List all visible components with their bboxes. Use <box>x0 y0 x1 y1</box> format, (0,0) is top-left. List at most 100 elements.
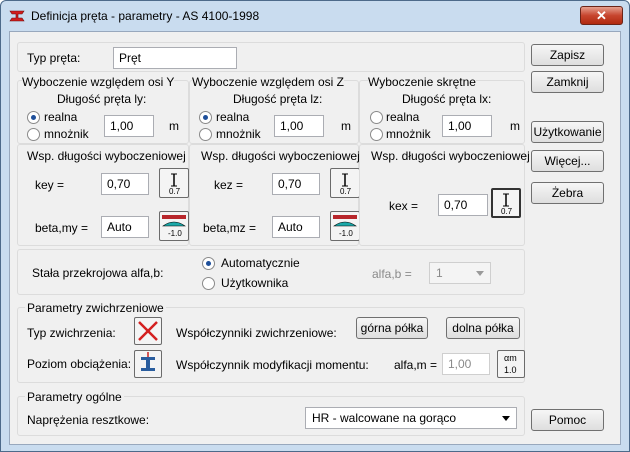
close-window-button[interactable]: ✕ <box>580 6 623 25</box>
alfa-b-auto-label: Automatycznie <box>221 256 300 270</box>
key-input[interactable]: 0,70 <box>101 173 149 195</box>
length-x-mult-radio[interactable] <box>370 128 383 141</box>
ribs-button[interactable]: Żebra <box>531 182 604 204</box>
alfa-m-input[interactable]: 1,00 <box>442 353 490 375</box>
coef-t-panel: Wsp. długości wyboczeniowej kex = 0,70 0… <box>359 144 530 246</box>
beta-mz-icon-text: -1.0 <box>339 229 353 238</box>
length-y-unit: m <box>169 119 179 133</box>
residual-stress-label: Naprężenia resztkowe: <box>27 413 150 427</box>
coef-z-panel: Wsp. długości wyboczeniowej kez = 0,70 0… <box>189 144 360 246</box>
top-flange-button[interactable]: górna półka <box>356 317 428 339</box>
window-title: Definicja pręta - parametry - AS 4100-19… <box>31 9 260 23</box>
length-x-mult-label: mnożnik <box>386 127 431 141</box>
ltb-panel: Parametry zwichrzeniowe Typ zwichrzenia:… <box>17 301 525 383</box>
close-button[interactable]: Zamknij <box>531 71 604 93</box>
length-y-label: Długość pręta ly: <box>57 92 147 106</box>
length-x-unit: m <box>510 119 520 133</box>
alfa-b-auto-radio[interactable] <box>202 257 215 270</box>
beta-my-input[interactable]: Auto <box>101 216 149 238</box>
alfa-b-label: alfa,b = <box>372 267 412 281</box>
load-level-label: Poziom obciążenia: <box>27 357 132 371</box>
kez-input[interactable]: 0,70 <box>272 173 320 195</box>
length-x-real-label: realna <box>386 110 420 124</box>
dialog-client-area: Typ pręta: Pręt Wyboczenie względem osi … <box>9 31 621 445</box>
kez-label: kez = <box>214 178 244 192</box>
length-z-input[interactable]: 1,00 <box>274 115 324 137</box>
ltb-heading: Parametry zwichrzeniowe <box>25 301 166 315</box>
length-y-mult-label: mnożnik <box>44 127 89 141</box>
usage-button[interactable]: Użytkowanie <box>531 121 604 143</box>
buckling-length-x-icon[interactable]: 0.7 <box>491 188 521 218</box>
title-bar: Definicja pręta - parametry - AS 4100-19… <box>1 1 629 31</box>
length-y-real-radio[interactable] <box>27 111 40 124</box>
app-icon <box>9 10 25 22</box>
chevron-down-icon <box>502 416 510 421</box>
save-button[interactable]: Zapisz <box>531 44 604 66</box>
moment-diagram-z-icon[interactable]: -1.0 <box>330 211 360 241</box>
load-level-icon <box>141 352 155 371</box>
length-y-mult-radio[interactable] <box>27 128 40 141</box>
buckling-t-heading: Wyboczenie skrętne <box>368 75 476 89</box>
alfa-b-user-label: Użytkownika <box>221 276 289 290</box>
moment-mod-label: Współczynnik modyfikacji momentu: <box>176 358 369 372</box>
buckling-y-heading: Wyboczenie względem osi Y <box>22 75 175 89</box>
buckling-length-z-icon[interactable]: 0.7 <box>330 168 360 198</box>
kex-label: kex = <box>389 199 419 213</box>
load-level-button[interactable] <box>134 350 162 378</box>
kex-icon-text: 0.7 <box>501 207 513 216</box>
cross-icon <box>138 321 158 341</box>
general-heading: Parametry ogólne <box>25 390 124 404</box>
alfa-m-label: alfa,m = <box>394 358 438 372</box>
ltb-type-label: Typ zwichrzenia: <box>27 326 116 340</box>
help-button[interactable]: Pomoc <box>531 409 604 431</box>
buckling-t-panel: Wyboczenie skrętne Długość pręta lx: rea… <box>359 75 525 144</box>
buckling-z-panel: Wyboczenie względem osi Z Długość pręta … <box>189 75 359 144</box>
buckling-y-panel: Wyboczenie względem osi Y Długość pręta … <box>17 75 189 144</box>
alfa-b-value: 1 <box>436 266 443 280</box>
alfa-b-select[interactable]: 1 <box>429 262 491 284</box>
more-button[interactable]: Więcej... <box>531 150 604 172</box>
section-constant-label: Stała przekrojowa alfa,b: <box>32 266 164 280</box>
key-label: key = <box>35 178 65 192</box>
residual-stress-select[interactable]: HR - walcowane na gorąco <box>305 407 517 429</box>
length-z-label: Długość pręta lz: <box>233 92 323 106</box>
bar-type-label: Typ pręta: <box>27 51 81 65</box>
kex-input[interactable]: 0,70 <box>438 194 488 216</box>
beta-mz-label: beta,mz = <box>203 221 257 235</box>
bottom-flange-button[interactable]: dolna półka <box>446 317 520 339</box>
beta-my-label: beta,my = <box>35 221 89 235</box>
alfa-m-icon-line1: αm <box>504 353 517 363</box>
length-z-mult-label: mnożnik <box>216 127 261 141</box>
chevron-down-icon <box>476 271 484 276</box>
key-icon-text: 0.7 <box>169 187 181 196</box>
length-y-real-label: realna <box>44 110 78 124</box>
residual-stress-value: HR - walcowane na gorąco <box>312 411 457 425</box>
coef-t-heading: Wsp. długości wyboczeniowej <box>371 149 530 163</box>
dialog-window: Definicja pręta - parametry - AS 4100-19… <box>0 0 630 452</box>
beta-my-icon-text: -1.0 <box>168 229 182 238</box>
length-x-input[interactable]: 1,00 <box>442 115 492 137</box>
length-z-real-radio[interactable] <box>199 111 212 124</box>
length-z-mult-radio[interactable] <box>199 128 212 141</box>
section-constant-panel: Stała przekrojowa alfa,b: Automatycznie … <box>17 249 525 295</box>
ltb-type-button[interactable] <box>134 317 162 345</box>
alfa-m-icon-line2: 1.0 <box>504 365 517 375</box>
buckling-z-heading: Wyboczenie względem osi Z <box>192 75 344 89</box>
length-y-input[interactable]: 1,00 <box>104 115 154 137</box>
alfa-b-user-radio[interactable] <box>202 277 215 290</box>
kez-icon-text: 0.7 <box>340 187 352 196</box>
bar-type-input[interactable]: Pręt <box>113 47 237 69</box>
alfa-m-icon-button[interactable]: αm 1.0 <box>497 350 525 378</box>
bar-type-panel: Typ pręta: Pręt <box>17 42 525 72</box>
beta-mz-input[interactable]: Auto <box>272 216 320 238</box>
length-z-unit: m <box>341 119 351 133</box>
buckling-length-y-icon[interactable]: 0.7 <box>159 168 189 198</box>
length-x-label: Długość pręta lx: <box>402 92 492 106</box>
coef-y-panel: Wsp. długości wyboczeniowej key = 0,70 0… <box>17 144 189 246</box>
close-icon: ✕ <box>596 8 607 23</box>
ltb-coef-label: Współczynniki zwichrzeniowe: <box>176 326 337 340</box>
length-z-real-label: realna <box>216 110 250 124</box>
general-panel: Parametry ogólne Naprężenia resztkowe: H… <box>17 390 525 436</box>
length-x-real-radio[interactable] <box>370 111 383 124</box>
moment-diagram-y-icon[interactable]: -1.0 <box>159 211 189 241</box>
